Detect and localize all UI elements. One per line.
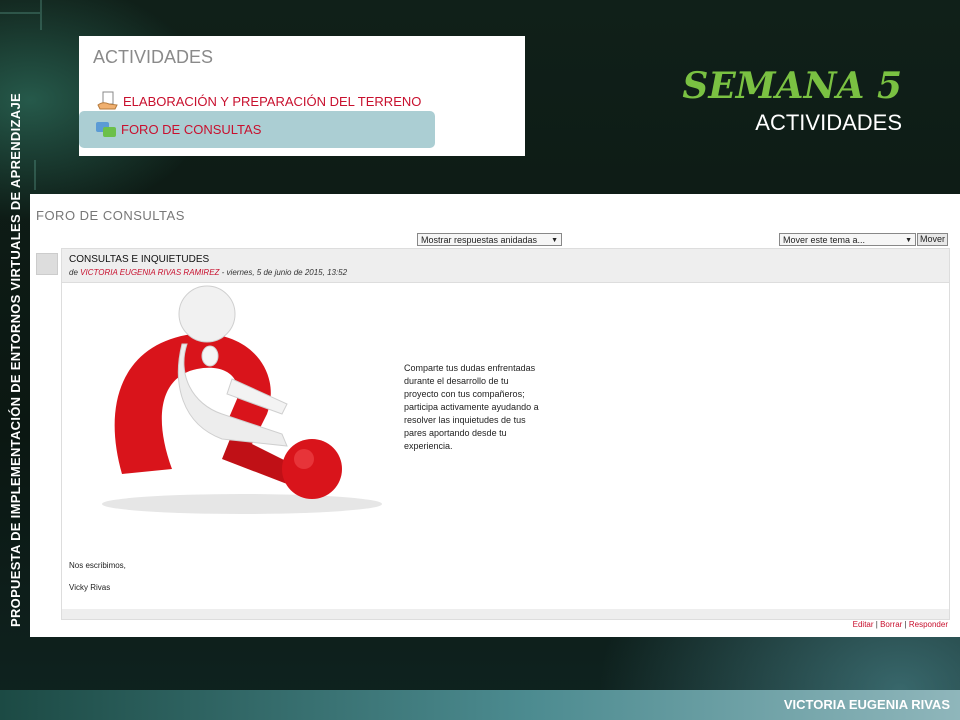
activities-panel: ACTIVIDADES ELABORACIÓN Y PREPARACIÓN DE…: [79, 36, 525, 156]
circuit-line: [40, 0, 42, 30]
edit-link[interactable]: Editar: [853, 620, 874, 629]
circuit-line: [34, 160, 36, 190]
week-subtitle: ACTIVIDADES: [755, 110, 902, 135]
separator: |: [875, 620, 878, 629]
activity-item-terreno[interactable]: ELABORACIÓN Y PREPARACIÓN DEL TERRENO: [97, 91, 421, 111]
slide-heading: SEMANA 5 ACTIVIDADES: [682, 64, 902, 136]
separator: |: [904, 620, 907, 629]
week-title: SEMANA 5: [682, 65, 902, 107]
activity-label: ELABORACIÓN Y PREPARACIÓN DEL TERRENO: [123, 93, 422, 109]
side-banner: PROPUESTA DE IMPLEMENTACIÓN DE ENTORNOS …: [6, 40, 26, 680]
footer-author: VICTORIA EUGENIA RIVAS: [783, 697, 950, 712]
post-footer: [62, 609, 949, 619]
move-topic-select[interactable]: Mover este tema a... ▼: [779, 233, 916, 246]
hand-document-icon: [97, 91, 119, 111]
post-closing: Nos escribimos,: [69, 561, 126, 570]
activity-label: FORO DE CONSULTAS: [121, 122, 262, 137]
post-subject: CONSULTAS E INQUIETUDES: [69, 254, 210, 265]
post-signature: Vicky Rivas: [69, 583, 111, 592]
forum-post: CONSULTAS E INQUIETUDES de VICTORIA EUGE…: [36, 248, 950, 620]
dropdown-arrow-icon: ▼: [905, 237, 912, 244]
post-author-link[interactable]: VICTORIA EUGENIA RIVAS RAMIREZ: [80, 268, 219, 277]
move-button[interactable]: Mover: [917, 233, 949, 246]
move-topic-value: Mover este tema a...: [783, 235, 866, 245]
post-header: CONSULTAS E INQUIETUDES de VICTORIA EUGE…: [62, 249, 949, 283]
side-banner-text: PROPUESTA DE IMPLEMENTACIÓN DE ENTORNOS …: [8, 93, 23, 627]
activities-title: ACTIVIDADES: [93, 47, 214, 67]
post-date: - viernes, 5 de junio de 2015, 13:52: [219, 268, 348, 277]
activity-item-foro[interactable]: FORO DE CONSULTAS: [79, 111, 435, 148]
display-mode-select[interactable]: Mostrar respuestas anidadas ▼: [417, 233, 562, 246]
forum-screenshot: FORO DE CONSULTAS Mostrar respuestas ani…: [30, 194, 960, 637]
forum-chat-icon: [95, 120, 117, 140]
post-actions: Editar | Borrar | Responder: [853, 620, 948, 629]
circuit-line: [0, 12, 40, 14]
reply-link[interactable]: Responder: [909, 620, 948, 629]
display-mode-value: Mostrar respuestas anidadas: [421, 235, 538, 245]
avatar[interactable]: [36, 253, 58, 275]
post-byline: de VICTORIA EUGENIA RIVAS RAMIREZ - vier…: [69, 268, 347, 277]
delete-link[interactable]: Borrar: [880, 620, 902, 629]
post-message: Comparte tus dudas enfrentadas durante e…: [404, 363, 539, 451]
thinking-figure-question-mark-icon: [102, 285, 382, 514]
dropdown-arrow-icon: ▼: [551, 237, 558, 244]
byline-prefix: de: [69, 268, 78, 277]
forum-title: FORO DE CONSULTAS: [36, 208, 185, 223]
